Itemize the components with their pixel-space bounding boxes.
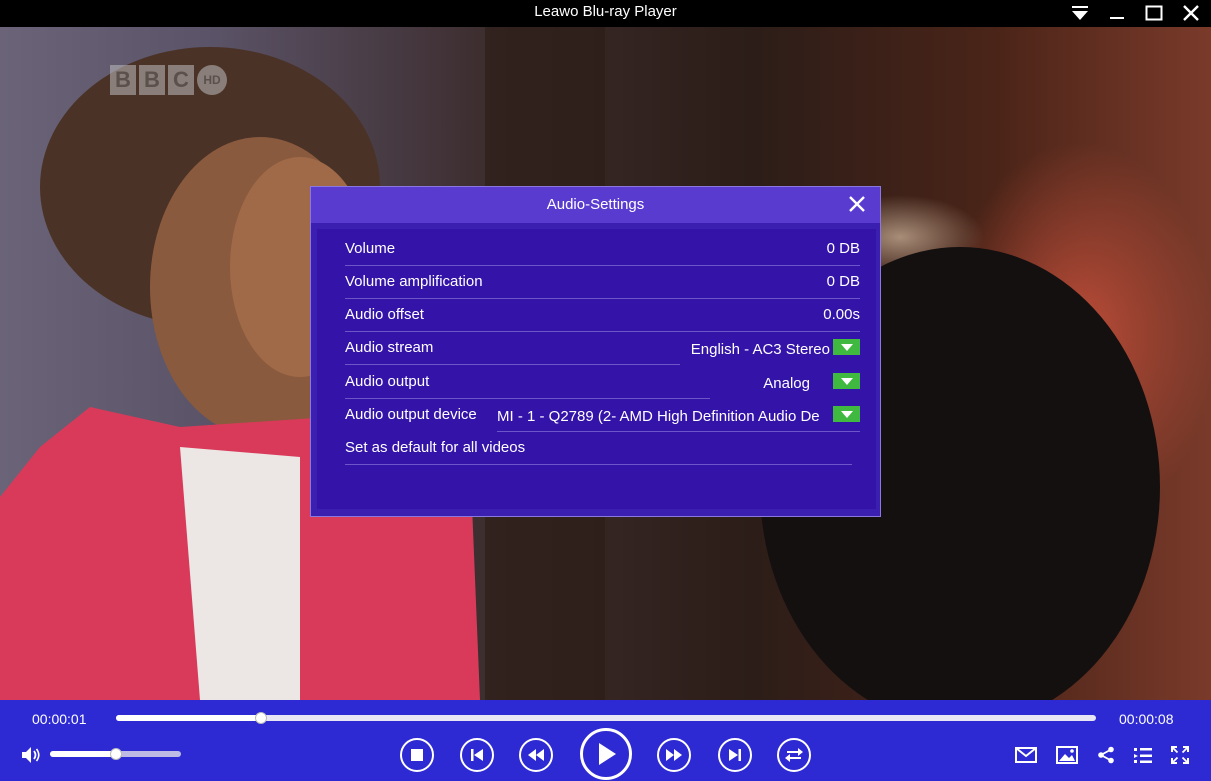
player-controls: 00:00:01 00:00:08 — [0, 700, 1211, 781]
skip-previous-icon — [471, 749, 483, 761]
previous-button[interactable] — [460, 738, 494, 772]
playlist-icon — [1134, 748, 1152, 763]
audio-settings-dialog: Audio-Settings Volume 0 DB Volume amplif… — [310, 186, 881, 517]
volume-amplification-value[interactable]: 0 DB — [827, 273, 860, 290]
volume-handle[interactable] — [109, 748, 122, 760]
audio-output-dropdown-button[interactable] — [833, 373, 860, 389]
dialog-title: Audio-Settings — [546, 196, 645, 213]
volume-label: Volume — [345, 240, 396, 257]
rewind-icon — [528, 749, 544, 761]
audio-stream-row: Audio stream English - AC3 Stereo — [345, 332, 860, 365]
divider — [345, 464, 852, 465]
audio-output-device-label: Audio output device — [345, 406, 477, 423]
volume-amplification-label: Volume amplification — [345, 273, 483, 290]
skip-next-icon — [729, 749, 741, 761]
audio-output-device-select[interactable]: MI - 1 - Q2789 (2- AMD High Definition A… — [497, 408, 820, 425]
fullscreen-icon — [1171, 746, 1189, 764]
image-icon — [1056, 746, 1078, 764]
volume-slider-fill — [50, 751, 116, 757]
audio-output-select[interactable]: Analog — [763, 375, 810, 392]
volume-amplification-row[interactable]: Volume amplification 0 DB — [345, 266, 860, 299]
channel-logo: B B C HD — [110, 65, 227, 95]
audio-output-device-row: Audio output device MI - 1 - Q2789 (2- A… — [345, 399, 860, 432]
logo-letter-hd: HD — [197, 65, 227, 95]
audio-offset-value[interactable]: 0.00s — [823, 306, 860, 323]
minimize-icon — [1110, 16, 1124, 19]
menu-button[interactable] — [1065, 0, 1095, 25]
play-icon — [599, 743, 616, 765]
volume-slider[interactable] — [50, 748, 181, 760]
audio-stream-select[interactable]: English - AC3 Stereo — [691, 341, 830, 358]
rewind-button[interactable] — [519, 738, 553, 772]
set-default-link[interactable]: Set as default for all videos — [345, 439, 525, 456]
logo-letter-b2: B — [139, 65, 165, 95]
dialog-header: Audio-Settings — [311, 187, 880, 223]
divider — [345, 364, 680, 365]
maximize-button[interactable] — [1139, 0, 1169, 25]
logo-letter-c: C — [168, 65, 194, 95]
maximize-icon — [1145, 5, 1163, 20]
dropdown-menu-icon — [1072, 5, 1088, 20]
audio-offset-label: Audio offset — [345, 306, 424, 323]
dialog-body: Volume 0 DB Volume amplification 0 DB Au… — [317, 229, 876, 509]
audio-stream-dropdown-button[interactable] — [833, 339, 860, 355]
minimize-button[interactable] — [1102, 0, 1132, 25]
set-default-row[interactable]: Set as default for all videos — [345, 432, 860, 465]
close-icon — [1183, 4, 1199, 21]
audio-offset-row[interactable]: Audio offset 0.00s — [345, 299, 860, 332]
share-icon — [1098, 746, 1114, 764]
volume-row[interactable]: Volume 0 DB — [345, 233, 860, 266]
snapshot-button[interactable] — [1055, 744, 1079, 766]
fast-forward-button[interactable] — [657, 738, 691, 772]
message-button[interactable] — [1014, 744, 1038, 766]
logo-letter-b1: B — [110, 65, 136, 95]
audio-output-label: Audio output — [345, 373, 430, 390]
stop-icon — [411, 749, 423, 761]
window-title: Leawo Blu-ray Player — [534, 3, 677, 20]
mute-button[interactable] — [20, 744, 42, 766]
volume-value[interactable]: 0 DB — [827, 240, 860, 257]
repeat-icon — [785, 748, 803, 762]
next-button[interactable] — [718, 738, 752, 772]
fast-forward-icon — [666, 749, 682, 761]
device-value-clip: MI - 1 - Q2789 (2- AMD High Definition A… — [497, 399, 837, 432]
seek-bar-fill — [116, 715, 262, 721]
dialog-close-button[interactable] — [846, 193, 868, 215]
title-bar: Leawo Blu-ray Player — [0, 0, 1211, 27]
play-button[interactable] — [580, 728, 632, 780]
audio-stream-label: Audio stream — [345, 339, 434, 356]
total-time: 00:00:08 — [1119, 711, 1174, 727]
current-time: 00:00:01 — [32, 711, 87, 727]
stop-button[interactable] — [400, 738, 434, 772]
fullscreen-button[interactable] — [1168, 744, 1192, 766]
share-button[interactable] — [1095, 744, 1117, 766]
close-icon — [849, 196, 865, 212]
mail-icon — [1015, 747, 1037, 763]
seek-handle[interactable] — [255, 712, 268, 724]
repeat-button[interactable] — [777, 738, 811, 772]
audio-output-row: Audio output Analog — [345, 366, 860, 399]
playlist-button[interactable] — [1131, 744, 1155, 766]
seek-bar[interactable] — [116, 712, 1096, 724]
speaker-icon — [22, 747, 40, 763]
audio-output-device-dropdown-button[interactable] — [833, 406, 860, 422]
close-window-button[interactable] — [1176, 0, 1206, 25]
